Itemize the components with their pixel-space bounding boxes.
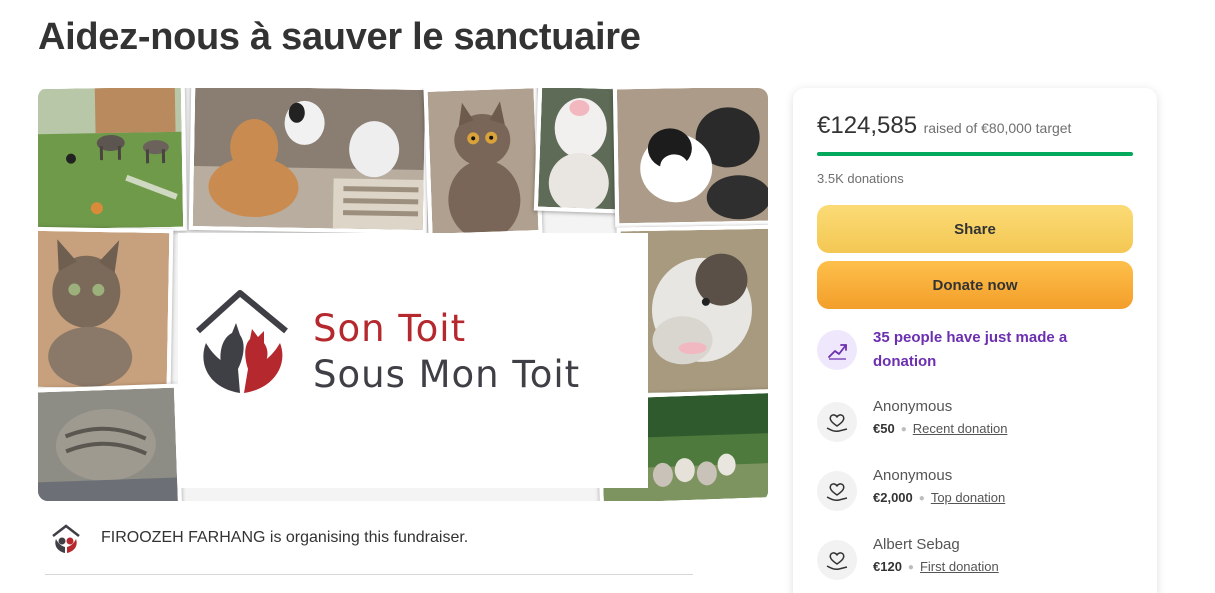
progress-bar-fill <box>817 152 1133 156</box>
organiser-text: FIROOZEH FARHANG is organising this fund… <box>101 529 469 546</box>
donation-amount: €50 <box>873 421 895 436</box>
donation-tag-link[interactable]: Recent donation <box>913 421 1008 436</box>
separator-dot: ● <box>900 424 907 435</box>
donation-item: Anonymous €2,000 ● Top donation <box>817 467 1133 513</box>
donation-card: €124,585 raised of €80,000 target 3.5K d… <box>793 88 1157 593</box>
raised-summary: €124,585 raised of €80,000 target <box>817 112 1071 140</box>
donor-name: Anonymous <box>873 398 953 415</box>
progress-bar <box>817 152 1133 156</box>
donation-amount: €2,000 <box>873 490 913 505</box>
donor-name: Anonymous <box>873 467 953 484</box>
organiser-avatar[interactable] <box>50 523 82 555</box>
photo-rat <box>533 88 625 214</box>
heart-hand-icon <box>817 471 857 511</box>
trending-up-icon <box>817 330 857 370</box>
brand-line-2: Sous Mon Toit <box>313 353 581 396</box>
donations-count: 3.5K donations <box>817 171 904 186</box>
photo-grey-cat <box>423 88 543 238</box>
brand-name: Son Toit Sous Mon Toit <box>313 306 580 398</box>
brand-line-1: Son Toit <box>313 307 467 350</box>
photo-black-white-cats <box>612 88 768 228</box>
donation-details: €2,000 ● Top donation <box>873 490 1005 505</box>
photo-dogs <box>188 88 430 235</box>
donation-amount: €120 <box>873 559 902 574</box>
raised-target: raised of €80,000 target <box>923 120 1072 136</box>
separator-dot: ● <box>918 493 925 504</box>
share-button[interactable]: Share <box>817 205 1133 253</box>
donate-now-button[interactable]: Donate now <box>817 261 1133 309</box>
raised-amount: €124,585 <box>817 112 918 139</box>
donation-tag-link[interactable]: First donation <box>920 559 999 574</box>
photo-tabby-kitten <box>38 226 174 394</box>
donation-details: €50 ● Recent donation <box>873 421 1007 436</box>
donation-item: Anonymous €50 ● Recent donation <box>817 398 1133 444</box>
page-title: Aidez-nous à sauver le sanctuaire <box>38 16 641 58</box>
donation-details: €120 ● First donation <box>873 559 999 574</box>
recent-activity-text: 35 people have just made a donation <box>873 329 1068 370</box>
hero-image[interactable]: Son Toit Sous Mon Toit <box>38 88 768 501</box>
photo-donkeys <box>38 88 188 234</box>
house-heart-logo <box>188 283 298 403</box>
photo-sleeping-cat <box>38 383 183 501</box>
organiser-row: FIROOZEH FARHANG is organising this fund… <box>45 518 693 575</box>
heart-hand-icon <box>817 540 857 580</box>
separator-dot: ● <box>907 562 914 573</box>
donation-item: Albert Sebag €120 ● First donation <box>817 536 1133 582</box>
donor-name: Albert Sebag <box>873 536 960 553</box>
donation-tag-link[interactable]: Top donation <box>931 490 1005 505</box>
heart-hand-icon <box>817 402 857 442</box>
